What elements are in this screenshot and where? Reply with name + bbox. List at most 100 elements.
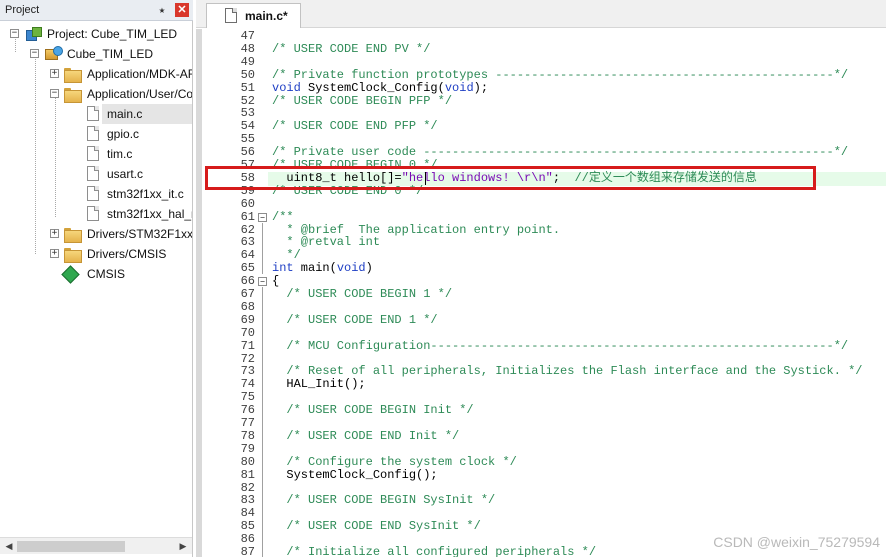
- code-text: SystemClock_Config();: [272, 467, 438, 482]
- tree-item-label: gpio.c: [107, 127, 140, 141]
- tree-item[interactable]: + Drivers/CMSIS: [0, 244, 192, 264]
- code-text: /* Private function prototypes ---------…: [272, 67, 849, 82]
- code-line[interactable]: 61−/**: [196, 209, 886, 224]
- watermark: CSDN @weixin_75279594: [713, 534, 880, 550]
- line-number: 60: [240, 196, 255, 211]
- expand-icon[interactable]: +: [50, 229, 59, 238]
- scroll-right-icon[interactable]: ▶: [176, 540, 190, 553]
- code-line[interactable]: 67 /* USER CODE BEGIN 1 */: [196, 288, 886, 301]
- tree-item-label: CMSIS: [87, 267, 126, 281]
- tree-item[interactable]: tim.c: [0, 144, 192, 164]
- scroll-left-icon[interactable]: ◀: [2, 540, 16, 553]
- file-icon: [87, 206, 99, 221]
- editor-pane: main.c* 47 48/* USER CODE END PV */49 50/*…: [196, 0, 886, 557]
- code-line[interactable]: 60: [196, 196, 886, 211]
- code-line[interactable]: 69 /* USER CODE END 1 */: [196, 312, 886, 327]
- line-number: 68: [240, 299, 255, 314]
- code-line[interactable]: 52/* USER CODE BEGIN PFP */: [196, 94, 886, 108]
- code-line[interactable]: 76 /* USER CODE BEGIN Init */: [196, 404, 886, 417]
- code-line[interactable]: 70: [196, 325, 886, 340]
- tree-item-label: Drivers/STM32F1xx_HAL_Driver: [87, 227, 192, 241]
- code-editor[interactable]: 47 48/* USER CODE END PV */49 50/* Private…: [196, 29, 886, 557]
- code-line[interactable]: 81 SystemClock_Config();: [196, 467, 886, 482]
- code-line[interactable]: 48 /* USER CODE END PV */: [196, 41, 886, 56]
- code-text: void SystemClock_Config(void);: [272, 80, 489, 95]
- code-line[interactable]: 83 /* USER CODE BEGIN SysInit */: [196, 494, 886, 507]
- pin-icon[interactable]: ⭑: [156, 3, 168, 17]
- file-icon: [87, 126, 99, 141]
- line-number: 81: [240, 467, 255, 482]
- folder-icon: [64, 228, 82, 243]
- file-icon: [87, 146, 99, 161]
- code-text: /* USER CODE END 1 */: [272, 312, 438, 327]
- tree-item-label: usart.c: [107, 167, 144, 181]
- tree-item[interactable]: − Application/User/Core: [0, 84, 192, 104]
- code-text: /* USER CODE END SysInit */: [272, 519, 481, 534]
- code-text: /* USER CODE BEGIN SysInit */: [272, 493, 496, 508]
- tree-item[interactable]: CMSIS: [0, 264, 192, 284]
- tree-item-label: Application/User/Core: [87, 87, 192, 101]
- folder-icon: [64, 248, 82, 263]
- code-text: /* Configure the system clock */: [272, 454, 517, 469]
- code-line[interactable]: 65 int main(void): [196, 262, 886, 275]
- tree-item[interactable]: usart.c: [0, 164, 192, 184]
- folder-icon: [64, 68, 82, 83]
- code-text: /* MCU Configuration--------------------…: [272, 338, 849, 353]
- code-line[interactable]: 78 /* USER CODE END Init */: [196, 428, 886, 443]
- line-number: 51: [240, 80, 255, 95]
- fold-collapse-icon[interactable]: −: [258, 212, 267, 222]
- collapse-icon[interactable]: −: [30, 49, 39, 58]
- line-number: 78: [240, 428, 255, 443]
- code-text: /* USER CODE BEGIN Init */: [272, 403, 474, 418]
- tree-item[interactable]: main.c: [0, 104, 192, 124]
- project-pane: Project ⭑ ✕ − Project: Cube_TIM_LED − Cube_…: [0, 0, 193, 557]
- code-text: /* USER CODE END PFP */: [272, 119, 438, 134]
- project-pane-header: Project ⭑ ✕: [0, 0, 193, 21]
- expand-icon[interactable]: +: [50, 249, 59, 258]
- code-line[interactable]: 80 /* Configure the system clock */: [196, 454, 886, 469]
- code-line[interactable]: 79: [196, 441, 886, 456]
- file-icon: [87, 186, 99, 201]
- tree-item-label: Application/MDK-ARM: [87, 67, 192, 81]
- line-number: 70: [240, 325, 255, 340]
- collapse-icon[interactable]: −: [10, 29, 19, 38]
- project-pane-title: Project: [5, 4, 40, 16]
- close-icon[interactable]: ✕: [175, 3, 189, 17]
- fold-collapse-icon[interactable]: −: [258, 277, 267, 287]
- code-text: HAL_Init();: [272, 377, 366, 392]
- tree-item[interactable]: + Application/MDK-ARM: [0, 64, 192, 84]
- line-number: 50: [240, 67, 255, 82]
- tree-item[interactable]: − Cube_TIM_LED: [0, 44, 192, 64]
- code-line[interactable]: 68: [196, 299, 886, 314]
- code-line[interactable]: 54/* USER CODE END PFP */: [196, 120, 886, 133]
- tree-item-label: stm32f1xx_hal_msp.c: [107, 207, 192, 221]
- collapse-icon[interactable]: −: [50, 89, 59, 98]
- tree-item-label: Cube_TIM_LED: [67, 47, 154, 61]
- code-text: /**: [272, 209, 294, 224]
- tab-label: main.c*: [245, 9, 288, 23]
- tree-item[interactable]: stm32f1xx_hal_msp.c: [0, 204, 192, 224]
- scrollbar-thumb[interactable]: [17, 541, 125, 552]
- tree-item[interactable]: stm32f1xx_it.c: [0, 184, 192, 204]
- line-number: 71: [240, 338, 255, 353]
- code-line[interactable]: 51 void SystemClock_Config(void);: [196, 80, 886, 95]
- code-line[interactable]: 85 /* USER CODE END SysInit */: [196, 520, 886, 533]
- c-file-icon: [225, 8, 237, 23]
- code-line[interactable]: 74 HAL_Init();: [196, 378, 886, 391]
- tree-item[interactable]: gpio.c: [0, 124, 192, 144]
- project-horizontal-scrollbar[interactable]: ◀ ▶: [0, 537, 192, 554]
- tree-item[interactable]: − Project: Cube_TIM_LED: [0, 24, 192, 44]
- line-number: 61: [240, 209, 255, 224]
- code-text: /* USER CODE END PV */: [272, 41, 431, 56]
- line-number: 87: [240, 545, 255, 557]
- code-line[interactable]: 49: [196, 54, 886, 69]
- code-text: /* USER CODE BEGIN 1 */: [272, 287, 453, 301]
- line-number: 79: [240, 441, 255, 456]
- code-text: /* USER CODE END Init */: [272, 428, 460, 443]
- tab-main-c[interactable]: main.c*: [206, 3, 301, 28]
- tree-item-label: Drivers/CMSIS: [87, 247, 167, 261]
- line-number: 49: [240, 54, 255, 69]
- tree-item[interactable]: + Drivers/STM32F1xx_HAL_Driver: [0, 224, 192, 244]
- expand-icon[interactable]: +: [50, 69, 59, 78]
- code-line[interactable]: 71 /* MCU Configuration-----------------…: [196, 338, 886, 353]
